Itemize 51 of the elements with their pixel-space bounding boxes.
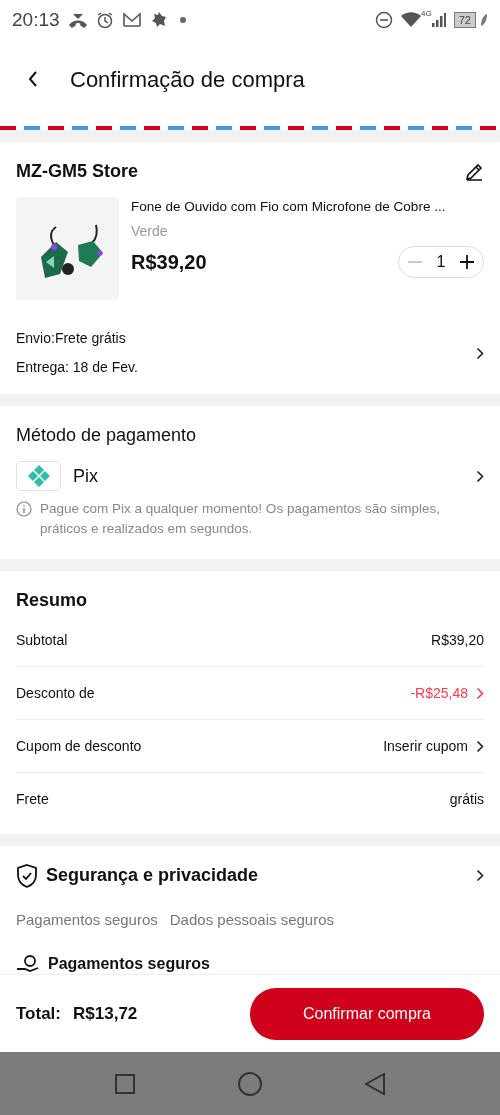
hand-coin-icon [16, 953, 40, 974]
chevron-right-icon [476, 686, 484, 700]
status-time: 20:13 [12, 7, 60, 32]
delivery-date: Entrega: 18 de Fev. [16, 358, 138, 377]
wifi-icon [401, 12, 422, 28]
confirm-purchase-button[interactable]: Confirmar compra [250, 987, 484, 1040]
battery-indicator: 72 [453, 12, 476, 28]
store-name: MZ-GM5 Store [16, 160, 138, 183]
product-title: Fone de Ouvido com Fio com Microfone de Cobre ... [131, 198, 447, 216]
do-not-disturb-icon [375, 11, 394, 29]
alarm-clock-icon [95, 11, 114, 29]
summary-label: Desconto de [16, 683, 95, 703]
back-icon[interactable] [363, 1071, 386, 1096]
payment-note: Pague com Pix a qualquer momento! Os pagamentos são simples, práticos e realizados em segundos. [40, 500, 441, 538]
pencil-icon[interactable] [464, 161, 484, 182]
chevron-right-icon [476, 869, 484, 882]
chevron-right-icon [476, 346, 484, 360]
home-icon[interactable] [237, 1070, 263, 1097]
summary-label: Cupom de desconto [16, 736, 142, 756]
security-tag: Pagamentos seguros [16, 909, 158, 932]
chevron-right-icon [476, 739, 484, 753]
section-title: Segurança e privacidade [46, 864, 259, 887]
shield-check-icon [16, 863, 38, 888]
total-label: Total: [16, 1002, 61, 1025]
security-tag: Dados pessoais seguros [169, 909, 335, 932]
chevron-right-icon [476, 469, 484, 483]
total-amount: R$13,72 [73, 1002, 138, 1025]
shipping-info: Envio:Frete grátis [16, 329, 127, 348]
product-variant: Verde [131, 222, 169, 242]
quantity-value: 1 [435, 252, 447, 273]
info-icon [16, 501, 32, 517]
summary-label: Frete [16, 790, 49, 809]
recent-apps-icon[interactable] [114, 1072, 137, 1095]
section-title: Método de pagamento [16, 424, 198, 447]
summary-value: grátis [449, 790, 484, 809]
mail-icon [121, 12, 142, 28]
missed-call-icon [67, 12, 88, 28]
summary-value[interactable]: Inserir cupom [383, 735, 468, 757]
summary-value: R$39,20 [431, 630, 484, 650]
page-title: Confirmação de compra [70, 65, 305, 94]
plus-icon[interactable] [459, 254, 475, 271]
section-title: Resumo [16, 589, 88, 612]
subsection-title: Pagamentos seguros [48, 953, 210, 974]
summary-label: Subtotal [16, 630, 68, 650]
network-label: 4G [421, 8, 432, 20]
product-price: R$39,20 [131, 250, 207, 276]
summary-value[interactable]: -R$25,48 [410, 682, 468, 704]
dot-icon [179, 17, 186, 23]
signal-icon [431, 13, 446, 27]
pix-logo [16, 461, 61, 491]
payment-method: Pix [73, 464, 98, 488]
